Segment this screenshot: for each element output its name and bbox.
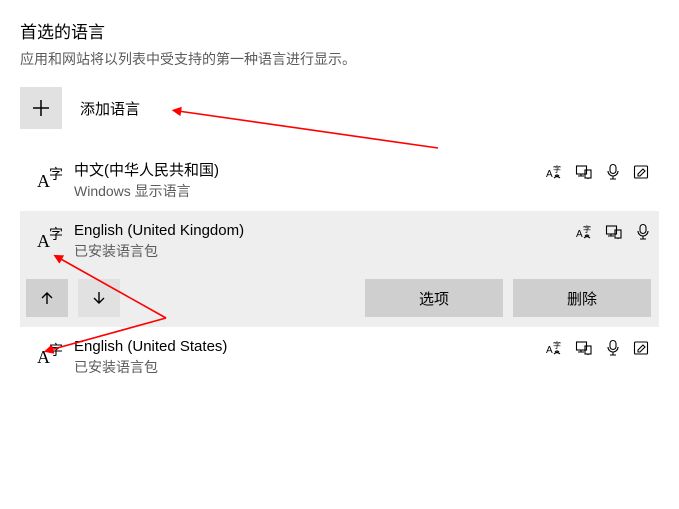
plus-icon [20,87,62,129]
section-title: 首选的语言 [20,18,659,43]
handwriting-icon [633,339,651,357]
arrow-down-icon [91,290,107,306]
language-item-actions: 选项 删除 [20,271,659,327]
language-list: A 字 中文(中华人民共和国) Windows 显示语言 A字 A 字 [20,151,659,387]
add-language-button[interactable]: 添加语言 [20,87,140,129]
language-item[interactable]: A 字 中文(中华人民共和国) Windows 显示语言 A字 [20,151,659,211]
language-glyph-icon: A 字 [26,221,74,253]
display-icon [605,223,623,241]
add-language-label: 添加语言 [80,98,140,119]
language-settings-page: 首选的语言 应用和网站将以列表中受支持的第一种语言进行显示。 添加语言 A 字 … [0,0,679,509]
svg-text:字: 字 [49,167,63,183]
language-item[interactable]: A 字 English (United States) 已安装语言包 A字 [20,327,659,387]
move-up-button[interactable] [26,279,68,317]
language-text: English (United States) 已安装语言包 [74,337,545,377]
language-name: 中文(中华人民共和国) [74,161,545,181]
remove-button[interactable]: 删除 [513,279,651,317]
language-sub: Windows 显示语言 [74,181,545,201]
svg-text:字: 字 [49,343,63,359]
language-features: A字 [545,337,651,357]
display-icon [575,339,593,357]
svg-text:字: 字 [49,227,63,243]
language-text: English (United Kingdom) 已安装语言包 [74,221,575,261]
svg-text:字: 字 [553,164,561,174]
language-sub: 已安装语言包 [74,357,545,377]
speech-icon [605,163,621,181]
svg-text:字: 字 [553,340,561,350]
handwriting-icon [633,163,651,181]
language-sub: 已安装语言包 [74,241,575,261]
svg-text:A: A [546,169,553,180]
options-button[interactable]: 选项 [365,279,503,317]
language-features: A字 [545,161,651,181]
language-name: English (United States) [74,337,545,357]
svg-text:A: A [576,229,583,240]
language-features: A字 [575,221,651,241]
language-glyph-icon: A 字 [26,161,74,193]
section-description: 应用和网站将以列表中受支持的第一种语言进行显示。 [20,49,659,69]
arrow-up-icon [39,290,55,306]
display-icon [575,163,593,181]
tts-icon: A字 [545,163,563,181]
language-text: 中文(中华人民共和国) Windows 显示语言 [74,161,545,201]
tts-icon: A字 [575,223,593,241]
svg-text:字: 字 [583,224,591,234]
speech-icon [635,223,651,241]
language-item[interactable]: A 字 English (United Kingdom) 已安装语言包 A字 [20,211,659,271]
move-down-button[interactable] [78,279,120,317]
speech-icon [605,339,621,357]
tts-icon: A字 [545,339,563,357]
language-glyph-icon: A 字 [26,337,74,369]
svg-text:A: A [546,345,553,356]
language-name: English (United Kingdom) [74,221,575,241]
